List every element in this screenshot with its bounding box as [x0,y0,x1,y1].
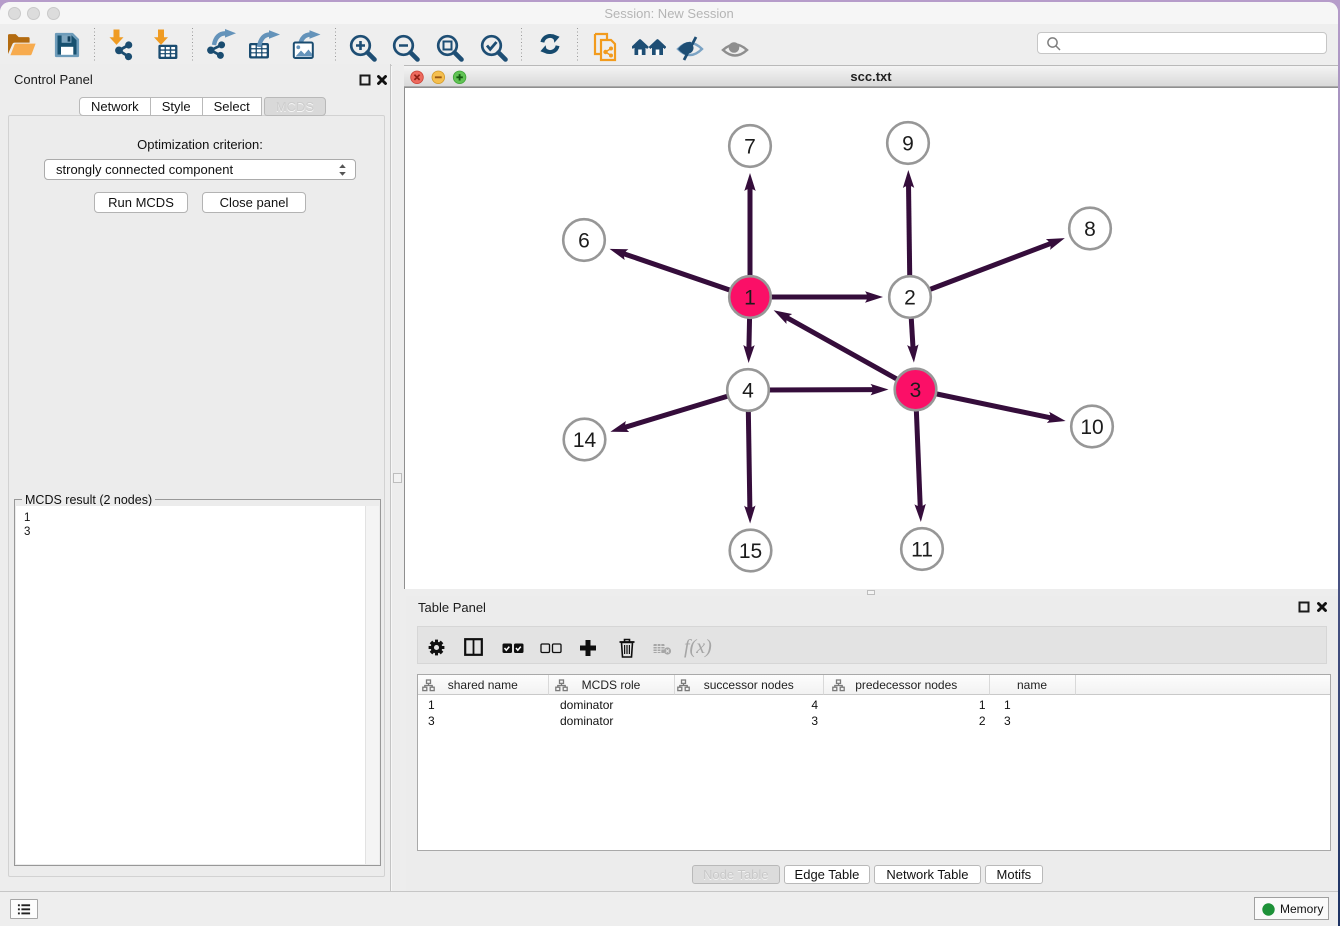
svg-text:15: 15 [739,540,762,563]
svg-text:9: 9 [902,133,914,156]
svg-text:3: 3 [910,379,922,402]
svg-text:2: 2 [904,287,916,310]
svg-text:14: 14 [573,429,597,452]
svg-text:10: 10 [1080,416,1103,439]
svg-text:7: 7 [744,136,756,159]
svg-text:6: 6 [578,230,590,253]
svg-text:11: 11 [911,539,933,562]
svg-text:4: 4 [742,380,754,403]
svg-text:8: 8 [1084,218,1096,241]
svg-text:1: 1 [744,287,756,310]
